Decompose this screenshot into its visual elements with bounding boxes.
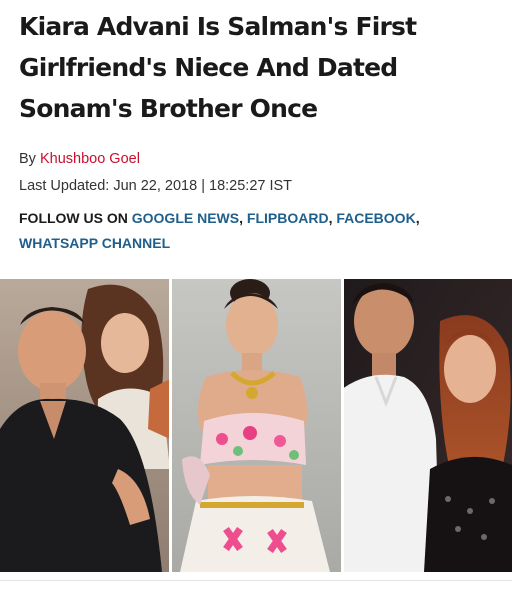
whatsapp-channel-link[interactable]: WHATSAPP CHANNEL — [19, 235, 170, 251]
hero-image — [0, 279, 512, 572]
follow-us-bar: FOLLOW US ON GOOGLE NEWS, FLIPBOARD, FAC… — [19, 206, 499, 256]
follow-separator: , — [239, 210, 247, 226]
google-news-link[interactable]: GOOGLE NEWS — [132, 210, 239, 226]
flipboard-link[interactable]: FLIPBOARD — [247, 210, 329, 226]
panel-divider — [341, 279, 344, 572]
byline-prefix: By — [19, 151, 40, 167]
hero-panel-right — [342, 279, 512, 572]
last-updated-label: Last Updated: — [19, 178, 114, 194]
follow-us-prefix: FOLLOW US ON — [19, 210, 132, 226]
last-updated: Last Updated: Jun 22, 2018 | 18:25:27 IS… — [19, 173, 292, 200]
hero-collage — [0, 279, 512, 572]
article-meta: By Khushboo Goel Last Updated: Jun 22, 2… — [19, 146, 292, 200]
author-link[interactable]: Khushboo Goel — [40, 151, 140, 167]
byline: By Khushboo Goel — [19, 146, 292, 173]
last-updated-value: Jun 22, 2018 | 18:25:27 IST — [113, 178, 293, 194]
hero-panel-left — [0, 279, 170, 572]
divider — [0, 580, 512, 581]
article-header: Kiara Advani Is Salman's First Girlfrien… — [19, 6, 499, 129]
follow-separator: , — [415, 210, 420, 226]
article-headline: Kiara Advani Is Salman's First Girlfrien… — [19, 12, 417, 123]
facebook-link[interactable]: FACEBOOK — [336, 210, 415, 226]
panel-divider — [169, 279, 172, 572]
hero-panel-middle — [170, 279, 342, 572]
